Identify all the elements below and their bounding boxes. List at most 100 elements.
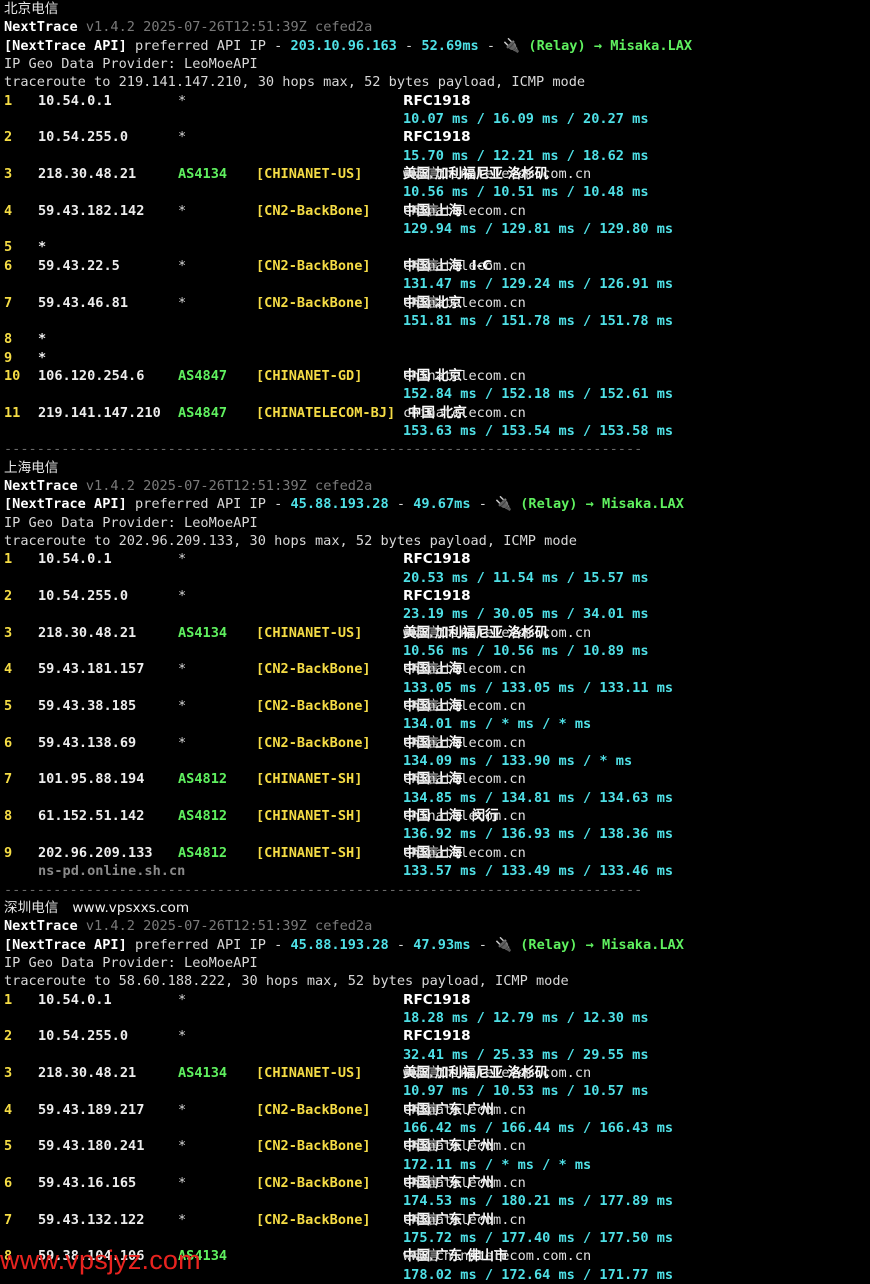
- geo-provider-line: IP Geo Data Provider: LeoMoeAPI: [4, 56, 258, 73]
- hop-row: 8 61.152.51.142 AS4812 [CHINANET-SH] 中国 上海 闵…: [4, 807, 870, 825]
- hop-rtt: 152.84 ms / 152.18 ms / 152.61 ms: [403, 386, 674, 403]
- section-title-line: 北京电信: [4, 0, 870, 18]
- hop-ip: 59.43.132.122: [38, 1211, 145, 1228]
- hop-network: [CHINANET-SH]: [256, 771, 363, 788]
- hop-asn: *: [178, 1101, 187, 1118]
- hop-rtt-row: 172.11 ms / * ms / * ms: [4, 1156, 870, 1174]
- hop-rtt-row: 166.42 ms / 166.44 ms / 166.43 ms: [4, 1119, 870, 1137]
- hop-asn: *: [178, 661, 187, 678]
- api-latency: 47.93ms: [413, 936, 471, 953]
- hop-number: 4: [4, 202, 13, 219]
- hop-ip: 10.54.255.0: [38, 129, 129, 146]
- hop-domain: chinatelecom.cn: [403, 808, 526, 825]
- api-dash: -: [470, 936, 496, 953]
- version-info: v1.4.2 2025-07-26T12:51:39Z cefed2a: [85, 918, 373, 935]
- api-latency: 52.69ms: [421, 37, 479, 54]
- hop-number: 5: [4, 239, 13, 256]
- watermark: www.vpsjyz.com: [0, 1245, 201, 1275]
- hop-number: 11: [4, 404, 21, 421]
- hop-asn: *: [178, 551, 187, 568]
- hop-number: 4: [4, 1101, 13, 1118]
- hop-asn: *: [178, 734, 187, 751]
- hop-network: [CN2-BackBone]: [256, 661, 371, 678]
- hop-isp: 电信: [403, 1211, 439, 1228]
- hop-rtt-row: ns-pd.online.sh.cn 133.57 ms / 133.49 ms …: [4, 862, 870, 880]
- api-line: [NextTrace API] preferred API IP - 203.1…: [4, 37, 870, 55]
- version-line: NextTrace v1.4.2 2025-07-26T12:51:39Z ce…: [4, 477, 870, 495]
- section-title-line: 上海电信: [4, 459, 870, 477]
- hop-number: 5: [4, 1138, 13, 1155]
- hop-rtt: 134.09 ms / 133.90 ms / * ms: [403, 753, 633, 770]
- hop-ip: 219.141.147.210: [38, 404, 161, 421]
- hop-rtt-row: 129.94 ms / 129.81 ms / 129.80 ms: [4, 220, 870, 238]
- version-line: NextTrace v1.4.2 2025-07-26T12:51:39Z ce…: [4, 917, 870, 935]
- hop-isp: 电信: [403, 1175, 439, 1191]
- section-title: 北京电信: [4, 1, 59, 17]
- hop-row: 3 218.30.48.21 AS4134 [CHINANET-US] 美国 加利福尼亚…: [4, 165, 870, 183]
- hop-network: [CN2-BackBone]: [256, 1175, 371, 1191]
- hop-asn: *: [178, 1175, 187, 1191]
- hop-row: 2 10.54.255.0 * RFC1918: [4, 1027, 870, 1045]
- hop-asn: AS4134: [178, 1064, 228, 1081]
- hop-rtt: 178.02 ms / 172.64 ms / 171.77 ms: [403, 1266, 674, 1283]
- api-tag: [NextTrace API]: [4, 936, 127, 953]
- hop-hostname: ns-pd.online.sh.cn: [38, 863, 186, 880]
- hop-rtt-row: 15.70 ms / 12.21 ms / 18.62 ms: [4, 147, 870, 165]
- app-name: NextTrace: [4, 477, 78, 494]
- hop-location: RFC1918: [403, 1028, 471, 1045]
- hop-isp: 电信: [403, 166, 439, 183]
- hop-rtt: 151.81 ms / 151.78 ms / 151.78 ms: [403, 312, 674, 329]
- hop-network: [CHINANET-GD]: [256, 367, 363, 384]
- hop-network: [CN2-BackBone]: [256, 698, 371, 715]
- hop-row: 1 10.54.0.1 * RFC1918: [4, 991, 870, 1009]
- hop-row: 2 10.54.255.0 * RFC1918: [4, 128, 870, 146]
- hop-rtt-row: 20.53 ms / 11.54 ms / 15.57 ms: [4, 569, 870, 587]
- hop-rtt: 134.85 ms / 134.81 ms / 134.63 ms: [403, 789, 674, 806]
- relay-info: 🔌 (Relay) → Misaka.LAX: [495, 936, 684, 953]
- hop-location: RFC1918: [403, 551, 471, 568]
- hop-network: [CN2-BackBone]: [256, 734, 371, 751]
- hop-ip: 59.43.46.81: [38, 294, 129, 311]
- hop-rtt: 10.56 ms / 10.51 ms / 10.48 ms: [403, 184, 649, 201]
- hop-number: 8: [4, 808, 13, 825]
- api-text: preferred API IP -: [126, 496, 291, 513]
- hop-rtt-row: 18.28 ms / 12.79 ms / 12.30 ms: [4, 1009, 870, 1027]
- trace-section: 深圳电信 www.vpsxxs.com NextTrace v1.4.2 2025-…: [4, 899, 870, 1284]
- hop-row: 4 59.43.189.217 * [CN2-BackBone] 中国 广东 广州 ch…: [4, 1101, 870, 1119]
- hop-asn: *: [178, 129, 187, 146]
- hop-ip: *: [38, 331, 47, 348]
- trace-section: 北京电信 NextTrace v1.4.2 2025-07-26T12:51:39…: [4, 0, 870, 459]
- hop-row: 3 218.30.48.21 AS4134 [CHINANET-US] 美国 加利福尼亚…: [4, 1064, 870, 1082]
- api-line: [NextTrace API] preferred API IP - 45.88…: [4, 936, 870, 954]
- hop-isp: 电信: [403, 734, 439, 751]
- hop-ip: 10.54.0.1: [38, 991, 112, 1008]
- hop-row: 11 219.141.147.210 AS4847 [CHINATELECOM-BJ]…: [4, 404, 870, 422]
- separator-line: ----------------------------------------…: [4, 881, 643, 898]
- hop-rtt-row: 174.53 ms / 180.21 ms / 177.89 ms: [4, 1192, 870, 1210]
- hop-rtt: 172.11 ms / * ms / * ms: [403, 1156, 592, 1173]
- hop-row: 2 10.54.255.0 * RFC1918: [4, 587, 870, 605]
- relay-info: 🔌 (Relay) → Misaka.LAX: [495, 496, 684, 513]
- hop-number: 2: [4, 1028, 13, 1045]
- hop-isp: 电信: [403, 257, 439, 274]
- api-dash: -: [388, 936, 414, 953]
- version-info: v1.4.2 2025-07-26T12:51:39Z cefed2a: [85, 477, 373, 494]
- hop-number: 7: [4, 1211, 13, 1228]
- hop-number: 7: [4, 771, 13, 788]
- hop-number: 3: [4, 1064, 13, 1081]
- hop-rtt: 10.07 ms / 16.09 ms / 20.27 ms: [403, 111, 649, 128]
- hop-rtt-row: 133.05 ms / 133.05 ms / 133.11 ms: [4, 679, 870, 697]
- hop-rtt-row: 151.81 ms / 151.78 ms / 151.78 ms: [4, 312, 870, 330]
- hop-row: 5 59.43.38.185 * [CN2-BackBone] 中国 上海 chinat…: [4, 697, 870, 715]
- api-tag: [NextTrace API]: [4, 496, 127, 513]
- hop-isp: 电信: [403, 661, 439, 678]
- hop-asn: AS4812: [178, 771, 228, 788]
- hop-asn: AS4134: [178, 166, 228, 183]
- hop-row: 3 218.30.48.21 AS4134 [CHINANET-US] 美国 加利福尼亚…: [4, 624, 870, 642]
- hop-asn: *: [178, 991, 187, 1008]
- hop-rtt: 174.53 ms / 180.21 ms / 177.89 ms: [403, 1193, 674, 1210]
- hop-rtt-row: 153.63 ms / 153.54 ms / 153.58 ms: [4, 422, 870, 440]
- terminal-output: 北京电信 NextTrace v1.4.2 2025-07-26T12:51:39…: [4, 0, 870, 1284]
- hop-rtt: 129.94 ms / 129.81 ms / 129.80 ms: [403, 221, 674, 238]
- api-ip: 45.88.193.28: [290, 936, 389, 953]
